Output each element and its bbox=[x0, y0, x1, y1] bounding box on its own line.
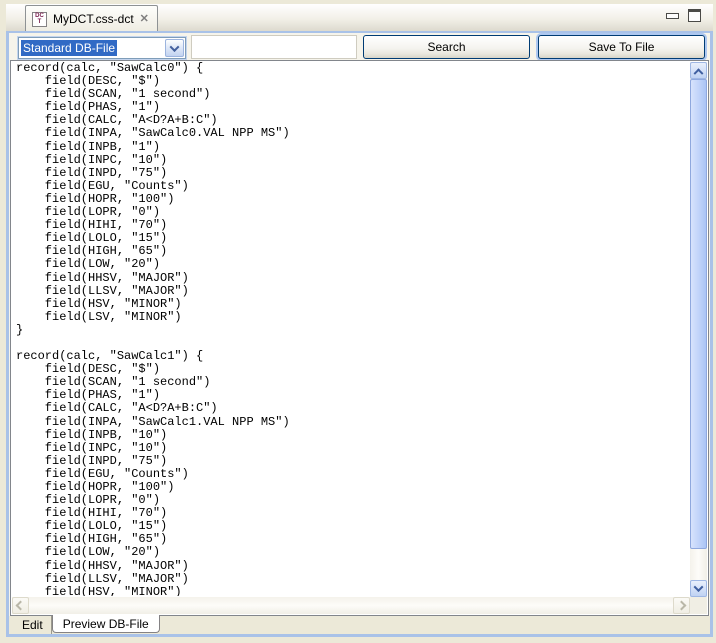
chevron-left-icon bbox=[16, 601, 26, 611]
search-button[interactable]: Search bbox=[363, 35, 530, 59]
dct-icon-text-bottom: T bbox=[38, 19, 42, 25]
tab-edit[interactable]: Edit bbox=[14, 616, 52, 634]
scroll-up-button[interactable] bbox=[690, 62, 707, 79]
chevron-right-icon bbox=[677, 601, 687, 611]
combo-dropdown-button[interactable] bbox=[165, 39, 184, 57]
bottom-tabbar: Edit Preview DB-File bbox=[9, 616, 710, 634]
scrollbar-corner bbox=[690, 597, 707, 614]
tab-title: MyDCT.css-dct bbox=[53, 12, 134, 26]
scroll-right-button[interactable] bbox=[673, 597, 690, 614]
save-to-file-button[interactable]: Save To File bbox=[538, 35, 705, 59]
search-input[interactable] bbox=[191, 35, 357, 59]
close-icon[interactable]: ✕ bbox=[140, 14, 149, 25]
db-file-preview-area[interactable]: record(calc, "SawCalc0") { field(DESC, "… bbox=[10, 60, 709, 616]
vertical-scrollbar[interactable] bbox=[690, 62, 707, 597]
editor-tabbar: DC T MyDCT.css-dct ✕ bbox=[6, 4, 713, 32]
scroll-left-button[interactable] bbox=[12, 597, 29, 614]
view-body: Standard DB-File Search Save To File rec… bbox=[6, 31, 713, 637]
maximize-icon[interactable] bbox=[688, 9, 701, 22]
tab-preview-db-file[interactable]: Preview DB-File bbox=[52, 615, 160, 633]
db-file-type-selected-value: Standard DB-File bbox=[21, 40, 117, 56]
horizontal-scrollbar[interactable] bbox=[12, 597, 690, 614]
view-window-buttons bbox=[666, 9, 701, 22]
chevron-down-icon bbox=[694, 582, 704, 592]
minimize-icon[interactable] bbox=[666, 13, 679, 19]
tab-mydct-css-dct[interactable]: DC T MyDCT.css-dct ✕ bbox=[25, 5, 158, 32]
scroll-down-button[interactable] bbox=[690, 580, 707, 597]
chevron-down-icon bbox=[170, 42, 180, 52]
db-file-text[interactable]: record(calc, "SawCalc0") { field(DESC, "… bbox=[16, 62, 689, 596]
chevron-up-icon bbox=[694, 68, 704, 78]
vertical-scroll-thumb[interactable] bbox=[690, 79, 707, 549]
dct-editor-window: { "tab": { "title": "MyDCT.css-dct", "ic… bbox=[0, 0, 716, 643]
dct-file-icon: DC T bbox=[32, 12, 47, 27]
db-file-type-select[interactable]: Standard DB-File bbox=[18, 37, 186, 59]
toolbar: Standard DB-File Search Save To File bbox=[9, 33, 710, 63]
